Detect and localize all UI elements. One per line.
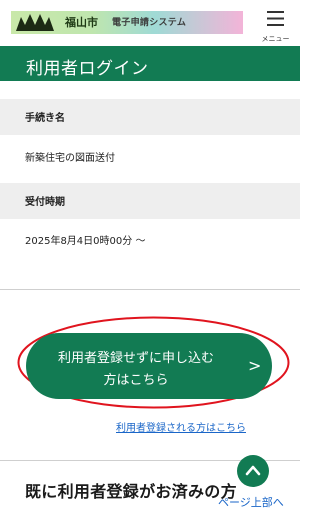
menu-button[interactable]: メニュー <box>255 6 293 43</box>
procedure-value: 新築住宅の図面送付 <box>25 153 115 164</box>
city-emblem-icon <box>16 14 54 31</box>
system-name: 電子申請システム <box>112 18 187 28</box>
reception-value: 2025年8月4日0時00分 〜 <box>25 236 146 247</box>
site-logo[interactable]: 福山市 電子申請システム <box>11 11 243 34</box>
menu-label: メニュー <box>261 35 290 43</box>
section-divider <box>0 289 300 290</box>
city-name: 福山市 <box>65 16 98 29</box>
apply-button-line2: 方はこちら <box>103 373 169 388</box>
back-to-top-label[interactable]: ページ上部へ <box>218 494 284 510</box>
register-user-link[interactable]: 利用者登録される方はこちら <box>116 419 246 434</box>
hamburger-icon <box>267 11 284 26</box>
page-title: 利用者ログイン <box>26 59 149 79</box>
chevron-up-icon <box>245 465 261 476</box>
site-header: 福山市 電子申請システム メニュー <box>0 0 300 46</box>
procedure-label-row: 手続き名 <box>0 99 300 135</box>
chevron-right-icon: > <box>248 356 262 375</box>
reception-label: 受付時期 <box>25 197 65 208</box>
back-to-top-button[interactable] <box>237 455 269 487</box>
registered-users-heading: 既に利用者登録がお済みの方 <box>25 482 237 501</box>
apply-without-registration-button[interactable]: 利用者登録せずに申し込む 方はこちら > <box>26 333 272 399</box>
procedure-label: 手続き名 <box>25 113 65 124</box>
page-title-bar: 利用者ログイン <box>0 46 300 81</box>
apply-button-line1: 利用者登録せずに申し込む <box>57 351 214 366</box>
reception-label-row: 受付時期 <box>0 183 300 219</box>
